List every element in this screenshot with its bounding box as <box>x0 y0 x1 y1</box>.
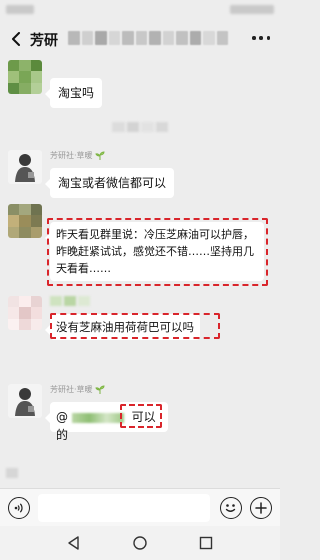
voice-icon <box>14 503 23 513</box>
message-text: 淘宝吗 <box>58 86 95 100</box>
circle-home-icon[interactable] <box>132 535 148 551</box>
status-bar <box>0 0 280 20</box>
square-recent-icon[interactable] <box>198 535 214 551</box>
sender-nickname: 芳研社·草暖 <box>50 384 105 395</box>
avatar[interactable] <box>8 204 42 238</box>
system-nav-bar <box>0 526 280 560</box>
chat-title: 芳研 <box>30 33 58 49</box>
status-time-blurred <box>6 5 34 14</box>
person-silhouette-icon <box>15 388 35 416</box>
mention-prefix[interactable]: @ <box>56 410 68 424</box>
avatar[interactable] <box>8 150 42 184</box>
timestamp-mosaic-redaction <box>112 122 168 132</box>
more-dot <box>252 36 256 40</box>
emoji-button[interactable] <box>220 497 242 519</box>
nickname-mosaic-redaction <box>50 296 90 306</box>
more-button[interactable] <box>252 36 270 42</box>
avatar-mosaic-redaction <box>6 468 18 478</box>
person-silhouette-icon <box>15 154 35 182</box>
chat-header: 芳研 <box>0 20 280 58</box>
status-icons-blurred <box>230 5 274 14</box>
sprout-icon <box>94 385 105 394</box>
title-mosaic-redaction <box>68 31 228 45</box>
triangle-back-icon[interactable] <box>66 535 82 551</box>
plus-button[interactable] <box>250 497 272 519</box>
voice-button[interactable] <box>8 497 30 519</box>
chevron-left-icon <box>12 32 20 46</box>
nickname-text: 芳研社·草暖 <box>50 151 93 160</box>
sprout-icon <box>94 151 105 160</box>
message-bubble[interactable]: 淘宝或者微信都可以 <box>44 168 175 198</box>
avatar[interactable] <box>8 384 42 418</box>
highlight-dashed-box <box>120 404 162 428</box>
highlight-dashed-box <box>50 313 220 339</box>
message-text: 淘宝或者微信都可以 <box>58 176 167 190</box>
avatar[interactable] <box>8 60 42 94</box>
sender-nickname: 芳研社·草暖 <box>50 150 105 161</box>
highlight-dashed-box <box>47 218 268 286</box>
back-button[interactable] <box>6 29 26 49</box>
more-dot <box>259 36 263 40</box>
mention-mosaic-redaction <box>71 412 124 423</box>
message-bubble[interactable]: 淘宝吗 <box>44 78 103 108</box>
more-dot <box>266 36 270 40</box>
avatar[interactable] <box>8 296 42 330</box>
emoji-icon <box>225 504 236 512</box>
message-input[interactable] <box>38 494 210 522</box>
plus-icon <box>255 502 267 514</box>
chat-area[interactable]: 淘宝吗 芳研社·草暖 淘宝或者微信都可以 昨天看见群里说：冷压芝麻油可以护唇，昨… <box>0 58 280 488</box>
nickname-text: 芳研社·草暖 <box>50 385 93 394</box>
input-bar <box>0 488 280 526</box>
